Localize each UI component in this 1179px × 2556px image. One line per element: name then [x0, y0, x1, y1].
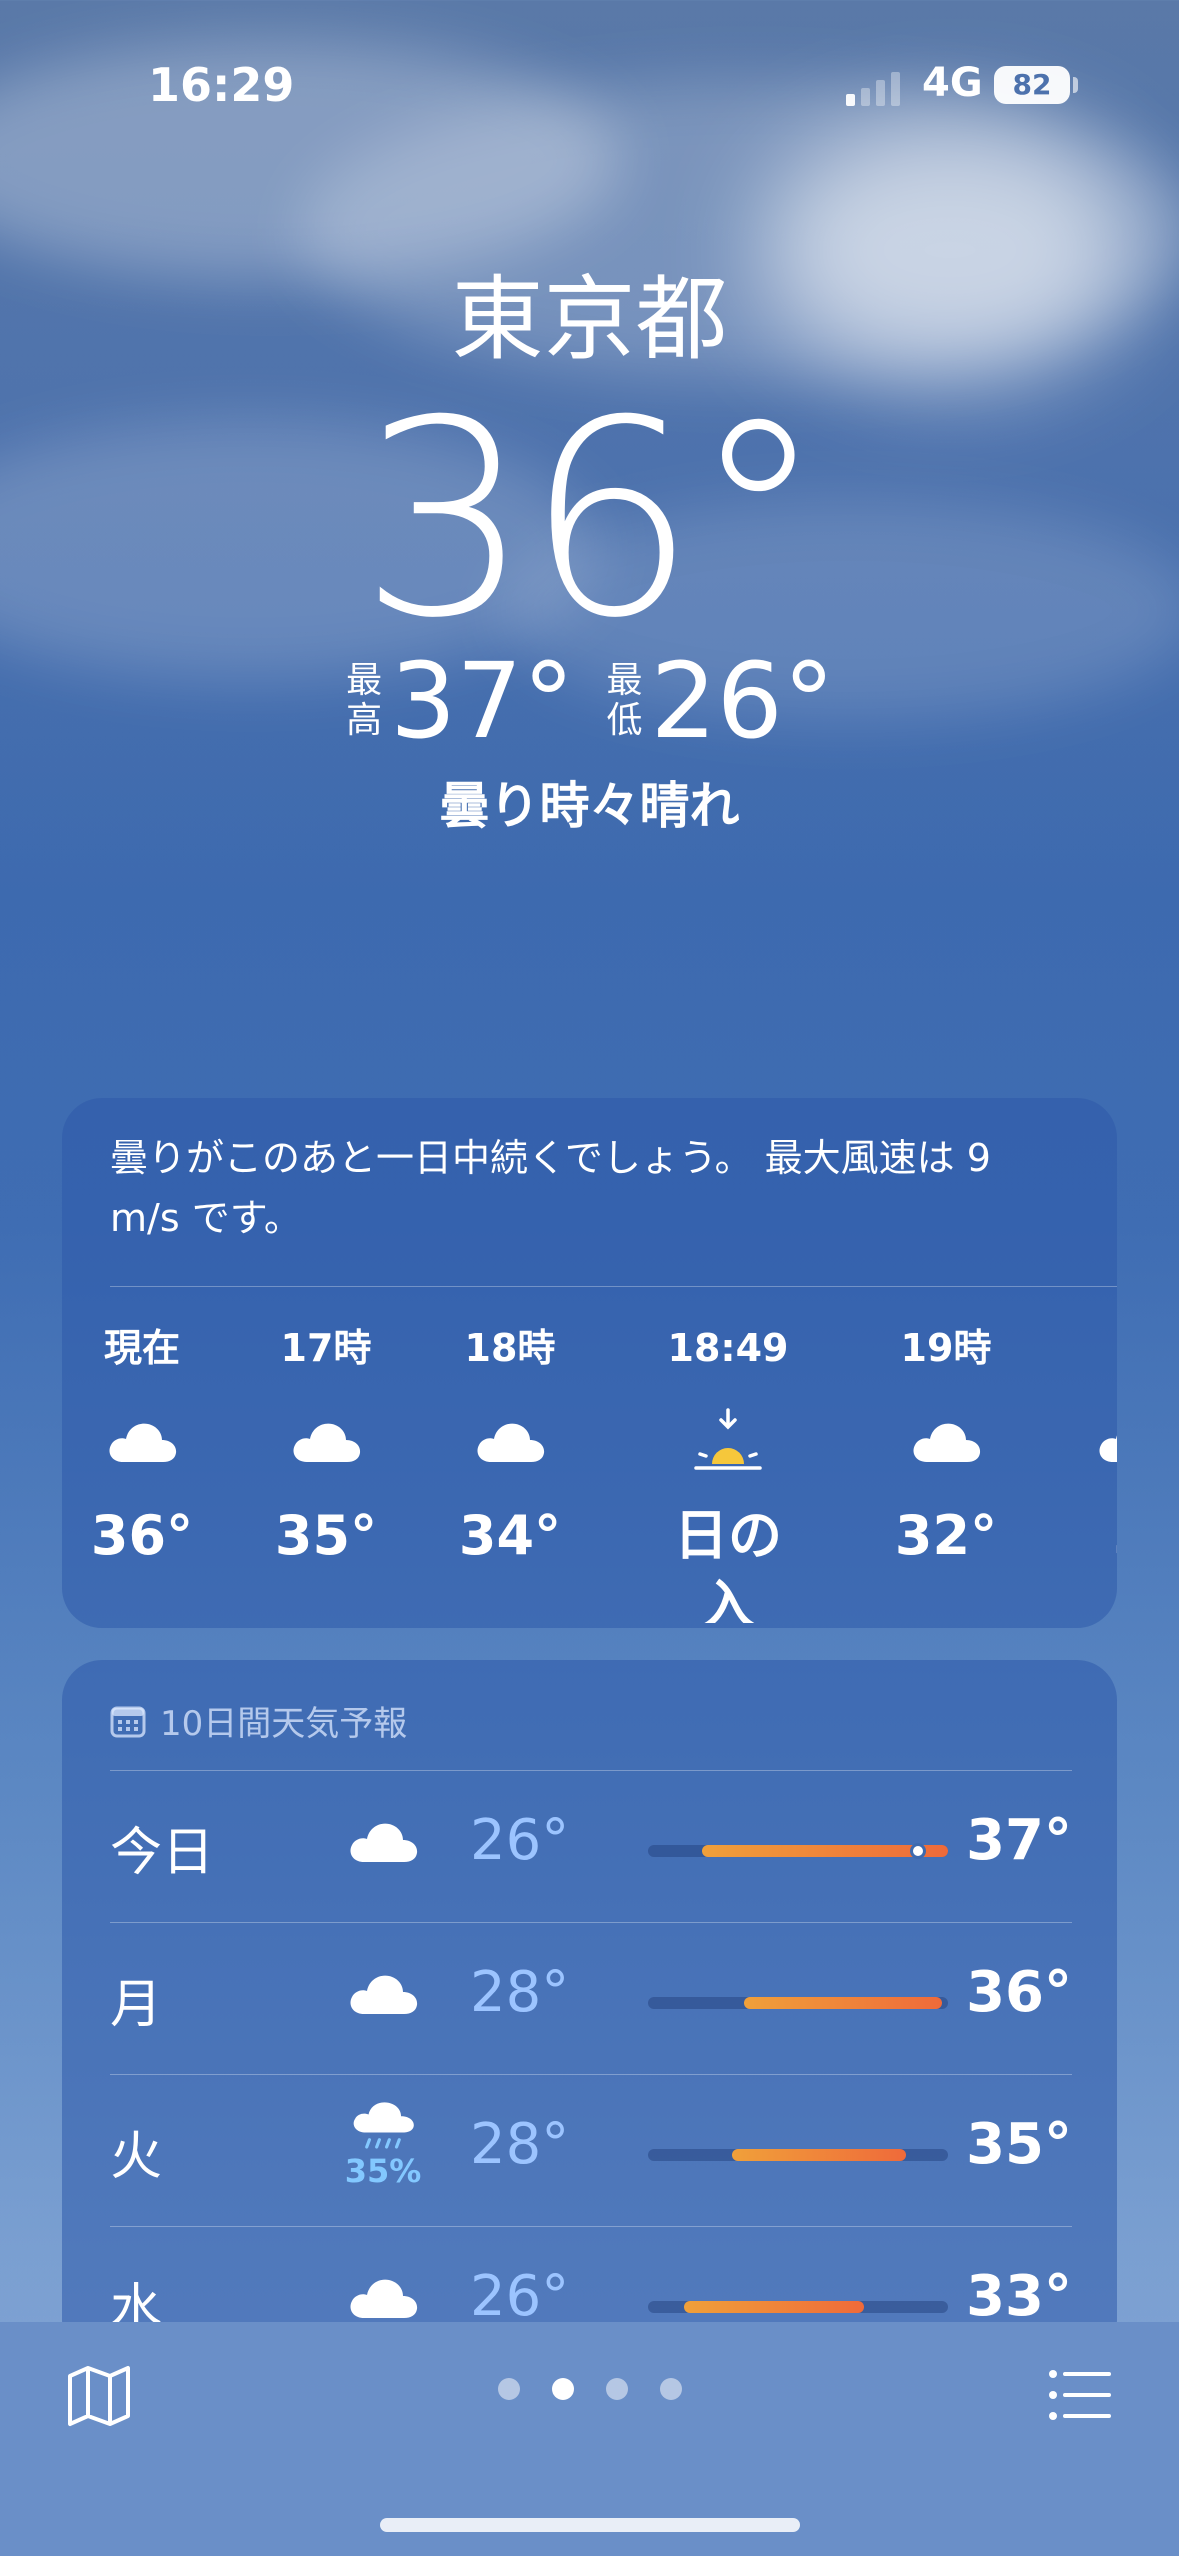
day-label: 月 — [110, 1975, 163, 2035]
forecast-summary: 曇りがこのあと一日中続くでしょう。 最大風速は 9 m/s です。 — [110, 1136, 991, 1240]
low-temp: 26° — [470, 2264, 570, 2329]
calendar-icon — [110, 1706, 146, 1737]
network-type: 4G — [922, 60, 983, 106]
hour-temp: 32° — [894, 1504, 998, 1567]
page-dot-current[interactable] — [551, 2378, 574, 2400]
forecast-row[interactable]: 火 35% 28° 35° — [110, 2074, 1072, 2224]
hour-temp: 3 — [1052, 1501, 1117, 1571]
temperature-range-fill — [732, 2149, 906, 2161]
hour-temp: 36° — [90, 1504, 194, 1567]
low-temp: 26° — [470, 1808, 570, 1873]
ten-day-forecast-card[interactable]: 10日間天気予報 今日 26° 37° 月 28° 36° 火 35% 28° 35° 水 26° 33… — [62, 1660, 1117, 2360]
hour-time: 18:49 — [667, 1326, 789, 1370]
current-weather: 東京都 36° 最高 37° 最低 26° 曇り時々晴れ — [0, 270, 1179, 838]
hour-time: 2 — [1052, 1323, 1117, 1373]
low-temperature: 26° — [650, 640, 835, 762]
temperature-range-bar — [648, 1997, 948, 2009]
list-icon[interactable] — [1045, 2360, 1115, 2430]
low-temp: 28° — [470, 1960, 570, 2025]
signal-icon — [846, 70, 900, 106]
city-name: 東京都 — [451, 266, 728, 373]
page-indicator[interactable] — [0, 2378, 1179, 2400]
temperature-range-fill — [684, 2301, 864, 2313]
hour-time: 19時 — [900, 1326, 992, 1370]
high-temp: 37° — [966, 1808, 1072, 1873]
sunset-icon — [648, 1391, 808, 1491]
temperature-range-fill — [744, 1997, 942, 2009]
high-temperature: 37° — [390, 640, 575, 762]
hour-item[interactable]: 19時 32° — [866, 1323, 1026, 1571]
forecast-header: 10日間天気予報 — [110, 1696, 407, 1745]
hour-item[interactable]: 18時 34° — [430, 1323, 590, 1571]
status-bar: 16:29 4G 82 — [0, 58, 1179, 118]
hour-temp: 34° — [458, 1504, 562, 1567]
hour-temp: 35° — [274, 1504, 378, 1567]
cloud-icon — [338, 1796, 428, 1886]
day-label: 火 — [110, 2127, 163, 2187]
hour-time: 現在 — [103, 1326, 180, 1370]
current-temperature: 36° — [359, 362, 826, 677]
cloud-icon — [430, 1391, 590, 1491]
page-dot[interactable] — [497, 2378, 520, 2400]
forecast-row[interactable]: 月 28° 36° — [110, 1922, 1072, 2072]
high-temp: 36° — [966, 1960, 1072, 2025]
day-label: 今日 — [110, 1823, 215, 1883]
hour-item[interactable]: 17時 35° — [246, 1323, 406, 1571]
bottom-toolbar — [0, 2322, 1179, 2556]
page-dot[interactable] — [605, 2378, 628, 2400]
cloud-icon — [1052, 1391, 1117, 1491]
hour-time: 17時 — [280, 1326, 372, 1370]
cloud-icon — [338, 1948, 428, 2038]
divider — [110, 1286, 1117, 1287]
hourly-forecast-card[interactable]: 曇りがこのあと一日中続くでしょう。 最大風速は 9 m/s です。 現在 36° 1… — [62, 1098, 1117, 1628]
hour-item[interactable]: 現在 36° — [62, 1323, 222, 1571]
hour-time: 18時 — [464, 1326, 556, 1370]
hour-item[interactable]: 23 — [1052, 1323, 1117, 1571]
current-temp-marker — [910, 1843, 926, 1859]
temperature-range-bar — [648, 1843, 948, 1859]
cloud-icon — [866, 1391, 1026, 1491]
high-temp: 35° — [966, 2112, 1072, 2177]
hour-temp: 日の入 — [674, 1504, 782, 1623]
clock: 16:29 — [148, 58, 295, 112]
low-temp: 28° — [470, 2112, 570, 2177]
home-indicator[interactable] — [380, 2518, 800, 2532]
hourly-list[interactable]: 現在36°17時35°18時34°18:49日の入19時32°23 — [62, 1323, 1117, 1623]
forecast-row[interactable]: 今日 26° 37° — [110, 1770, 1072, 1920]
battery-icon: 82 — [994, 66, 1070, 104]
low-label: 最低 — [606, 660, 643, 741]
cloud-icon — [246, 1391, 406, 1491]
forecast-title: 10日間天気予報 — [160, 1704, 408, 1744]
cloud-icon — [62, 1391, 222, 1491]
condition: 曇り時々晴れ — [439, 777, 740, 835]
page-dot[interactable] — [659, 2378, 682, 2400]
hour-item[interactable]: 18:49 日の入 — [648, 1323, 808, 1623]
temperature-range-bar — [648, 2301, 948, 2313]
cloud-rain-icon: 35% — [338, 2100, 428, 2190]
temperature-range-bar — [648, 2149, 948, 2161]
precip-chance: 35% — [344, 2152, 422, 2190]
high-label: 最高 — [346, 660, 383, 741]
battery-cap — [1073, 77, 1078, 93]
high-temp: 33° — [966, 2264, 1072, 2329]
